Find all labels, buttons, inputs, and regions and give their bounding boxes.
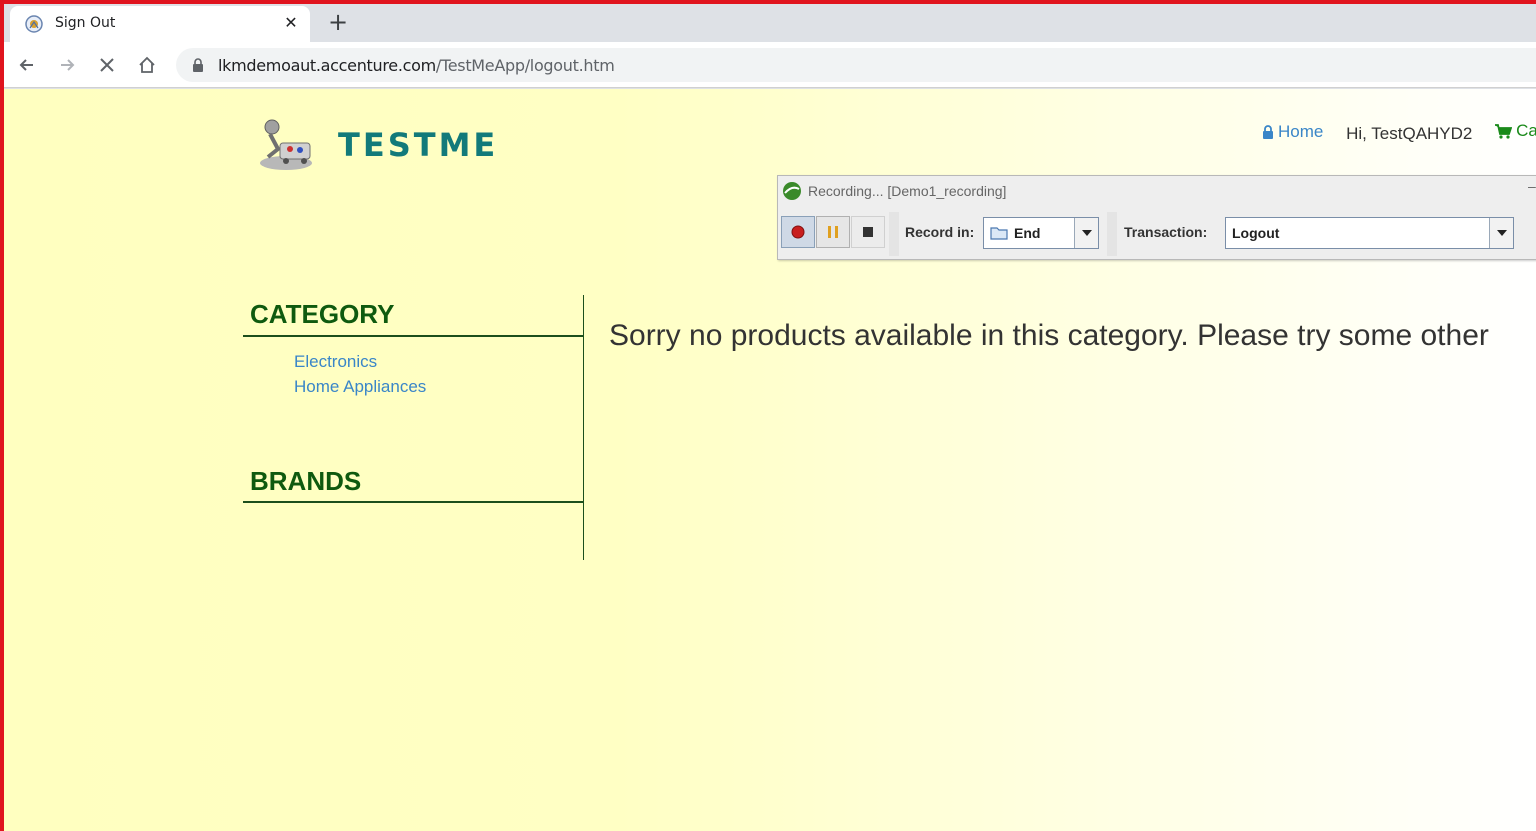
transaction-dropdown[interactable]: Logout xyxy=(1225,217,1514,249)
record-in-label: Record in: xyxy=(905,224,975,240)
toolbar-separator xyxy=(889,212,899,256)
screen-frame-left xyxy=(0,0,4,831)
nav-cart-link[interactable]: Ca xyxy=(1495,121,1536,141)
record-in-text: End xyxy=(1014,225,1041,241)
record-in-value: End xyxy=(990,225,1040,241)
record-icon xyxy=(791,225,805,239)
record-button[interactable] xyxy=(781,216,815,248)
nav-cart-label: Ca xyxy=(1516,121,1536,140)
chevron-down-icon[interactable] xyxy=(1074,218,1098,248)
user-greeting: Hi, TestQAHYD2 xyxy=(1346,123,1473,143)
new-tab-button[interactable]: + xyxy=(325,10,351,36)
nav-home-label: Home xyxy=(1278,121,1324,141)
forward-button[interactable] xyxy=(53,51,81,79)
address-bar[interactable]: lkmdemoaut.accenture.com/TestMeApp/logou… xyxy=(176,48,1536,82)
browser-toolbar: lkmdemoaut.accenture.com/TestMeApp/logou… xyxy=(0,42,1536,88)
site-favicon-icon xyxy=(25,15,43,33)
lock-icon xyxy=(1263,124,1273,139)
cart-icon xyxy=(1495,123,1513,139)
tab-sign-out[interactable]: Sign Out ✕ xyxy=(10,6,310,42)
testme-logo-icon xyxy=(260,119,312,170)
no-products-message: Sorry no products available in this cate… xyxy=(609,319,1489,352)
category-title: CATEGORY xyxy=(250,299,395,329)
transaction-value: Logout xyxy=(1232,225,1280,241)
url-path: /TestMeApp/logout.htm xyxy=(435,56,615,75)
stop-recording-button[interactable] xyxy=(851,216,885,248)
tab-close-icon[interactable]: ✕ xyxy=(280,12,302,34)
pause-button[interactable] xyxy=(816,216,850,248)
folder-icon xyxy=(990,227,1008,240)
recorder-logo-icon xyxy=(783,182,801,200)
tab-strip: Sign Out ✕ + xyxy=(0,4,1536,42)
stop-button[interactable] xyxy=(93,51,121,79)
lock-icon xyxy=(193,58,203,72)
toolbar-separator xyxy=(1107,212,1117,256)
screen-frame-top xyxy=(0,0,1536,4)
chevron-down-icon[interactable] xyxy=(1489,218,1513,248)
record-in-dropdown[interactable]: End xyxy=(983,217,1099,249)
back-button[interactable] xyxy=(13,51,41,79)
tab-title: Sign Out xyxy=(55,15,116,31)
brands-title: BRANDS xyxy=(250,466,362,496)
url-host: lkmdemoaut.accenture.com xyxy=(218,56,436,75)
category-link-electronics[interactable]: Electronics xyxy=(294,352,377,372)
stop-square-icon xyxy=(863,227,873,237)
top-navigation: Home Hi, TestQAHYD2 Ca xyxy=(1262,121,1536,144)
brand-name: TESTME xyxy=(338,126,499,164)
forward-icon xyxy=(61,59,75,71)
home-icon xyxy=(139,56,155,73)
home-button[interactable] xyxy=(133,51,161,79)
category-divider xyxy=(243,335,584,337)
pause-icon xyxy=(828,226,838,238)
brands-divider xyxy=(243,501,584,503)
stop-icon xyxy=(100,58,114,72)
recorder-toolbar: Record in: End Transaction: Logout xyxy=(780,212,1536,258)
recorder-minimize-button[interactable]: – xyxy=(1528,178,1536,194)
nav-home-link[interactable]: Home xyxy=(1262,122,1323,142)
transaction-label: Transaction: xyxy=(1124,224,1208,240)
sidebar: CATEGORY Electronics Home Appliances BRA… xyxy=(243,295,584,560)
back-icon xyxy=(19,59,33,71)
url-text: lkmdemoaut.accenture.com/TestMeApp/logou… xyxy=(218,56,615,75)
category-link-home-appliances[interactable]: Home Appliances xyxy=(294,377,426,397)
recorder-title: Recording... [Demo1_recording] xyxy=(808,183,1007,199)
recorder-window: Recording... [Demo1_recording] – Record … xyxy=(777,175,1536,260)
